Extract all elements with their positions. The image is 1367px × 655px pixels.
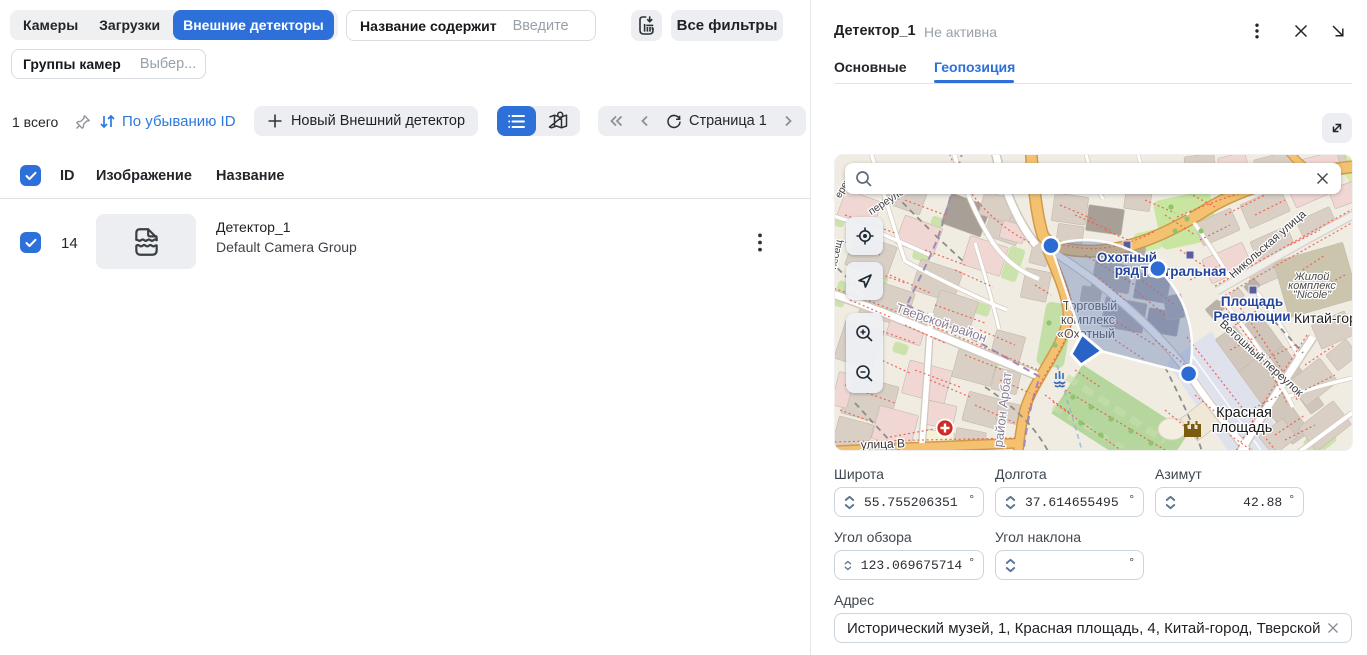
svg-text:Площадь: Площадь xyxy=(1221,294,1283,309)
svg-text:ряд: ряд xyxy=(1115,263,1140,278)
svg-text:улица В: улица В xyxy=(860,436,905,450)
svg-text:площадь: площадь xyxy=(1212,420,1273,436)
svg-text:"Nicole": "Nicole" xyxy=(1293,289,1332,301)
svg-text:Красная: Красная xyxy=(1216,405,1272,421)
svg-text:Китай-город: Китай-город xyxy=(1294,310,1352,326)
